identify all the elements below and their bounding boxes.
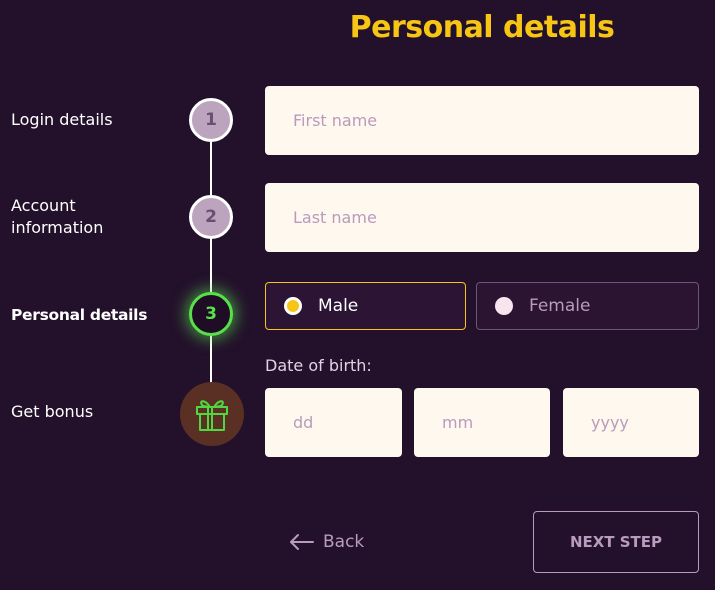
gift-icon	[196, 400, 228, 431]
back-button[interactable]: Back	[289, 528, 364, 556]
radio-unselected-dot	[495, 297, 513, 315]
arrow-left-icon	[290, 534, 314, 550]
dob-year-input[interactable]	[563, 388, 699, 457]
gender-radio-male[interactable]: Male	[265, 282, 466, 330]
next-step-button[interactable]: NEXT STEP	[533, 511, 699, 573]
gender-radio-female[interactable]: Female	[476, 282, 699, 330]
first-name-input[interactable]	[265, 86, 699, 155]
step-number-1: 1	[205, 110, 217, 130]
step-label-account-information: Account information	[11, 195, 103, 239]
page-title: Personal details	[349, 10, 615, 45]
gender-label-male: Male	[318, 296, 359, 316]
back-label: Back	[323, 532, 365, 552]
radio-selected-dot	[284, 297, 302, 315]
step-label-get-bonus: Get bonus	[11, 402, 94, 421]
step-circle-2: 2	[189, 195, 233, 239]
step-label-personal-details: Personal details	[11, 306, 148, 324]
last-name-input[interactable]	[265, 183, 699, 252]
step-label-account-line2: information	[11, 218, 104, 237]
step-number-3: 3	[205, 304, 217, 324]
step-circle-1: 1	[189, 98, 233, 142]
step-circle-3-active: 3	[189, 292, 233, 336]
step-label-login-details: Login details	[11, 110, 113, 129]
step-number-2: 2	[205, 207, 217, 227]
dob-month-input[interactable]	[414, 388, 550, 457]
step-circle-bonus	[180, 382, 244, 446]
dob-label: Date of birth:	[265, 356, 372, 375]
dob-day-input[interactable]	[265, 388, 402, 457]
stepper-rail	[210, 120, 212, 395]
gender-label-female: Female	[529, 296, 591, 316]
step-label-account-line1: Account	[11, 196, 76, 215]
